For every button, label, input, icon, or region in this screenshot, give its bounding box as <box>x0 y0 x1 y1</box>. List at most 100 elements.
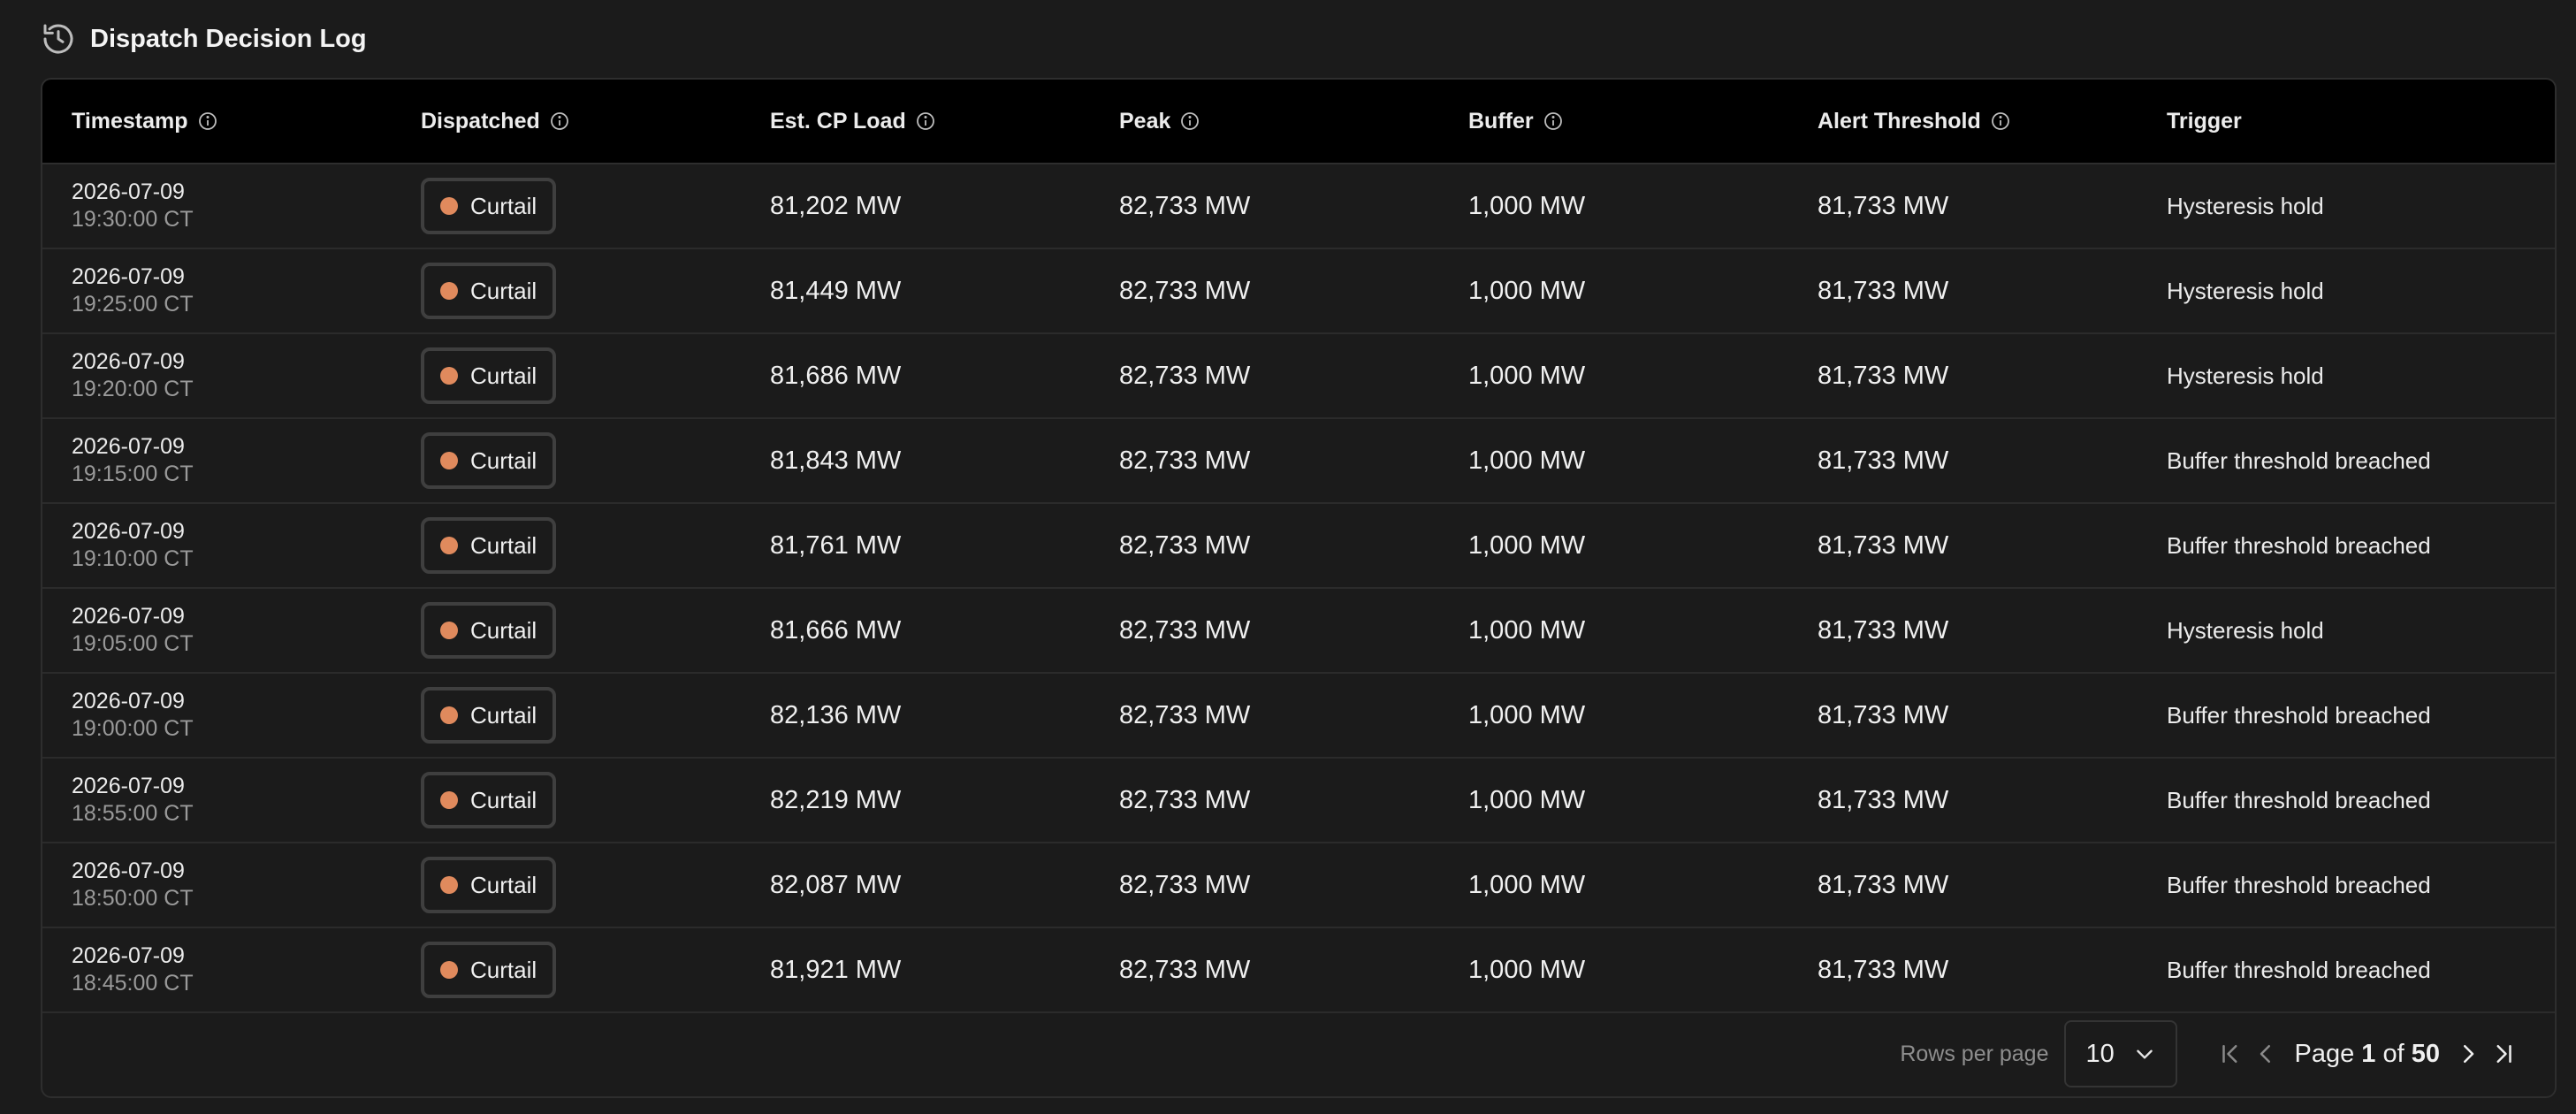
timestamp-date: 2026-07-09 <box>72 604 185 629</box>
history-icon <box>41 21 76 57</box>
cell-dispatched: Curtail <box>392 164 741 248</box>
cell-buffer: 1,000 MW <box>1468 276 1586 305</box>
cell-trigger: Hysteresis hold <box>2167 277 2324 304</box>
timestamp-date: 2026-07-09 <box>72 349 185 374</box>
cell-dispatched: Curtail <box>392 589 741 672</box>
cell-timestamp: 2026-07-09 19:00:00 CT <box>42 674 392 757</box>
cell-trigger: Buffer threshold breached <box>2167 956 2431 983</box>
status-label: Curtail <box>470 531 537 559</box>
status-dot <box>440 197 458 215</box>
cell-dispatched: Curtail <box>392 843 741 927</box>
table-row[interactable]: 2026-07-09 19:05:00 CT Curtail 81,666 MW… <box>42 589 2555 674</box>
cell-dispatched: Curtail <box>392 334 741 417</box>
timestamp-date: 2026-07-09 <box>72 689 185 713</box>
prev-page-button[interactable] <box>2248 1036 2283 1072</box>
cell-trigger: Buffer threshold breached <box>2167 701 2431 729</box>
cell-buffer: 1,000 MW <box>1468 700 1586 729</box>
timestamp-date: 2026-07-09 <box>72 774 185 798</box>
timestamp-time: 18:55:00 CT <box>72 801 194 826</box>
pagination-bar: Rows per page 10 Page 1 of 50 <box>42 1011 2555 1096</box>
status-dot <box>440 791 458 809</box>
cell-est-cp-load: 81,202 MW <box>770 191 902 220</box>
cell-timestamp: 2026-07-09 19:10:00 CT <box>42 504 392 587</box>
table-row[interactable]: 2026-07-09 18:45:00 CT Curtail 81,921 MW… <box>42 928 2555 1013</box>
table-row[interactable]: 2026-07-09 19:20:00 CT Curtail 81,686 MW… <box>42 334 2555 419</box>
table-row[interactable]: 2026-07-09 19:15:00 CT Curtail 81,843 MW… <box>42 419 2555 504</box>
table-row[interactable]: 2026-07-09 19:25:00 CT Curtail 81,449 MW… <box>42 249 2555 334</box>
column-header-timestamp[interactable]: Timestamp <box>42 80 392 163</box>
cell-buffer: 1,000 MW <box>1468 530 1586 560</box>
table-row[interactable]: 2026-07-09 18:50:00 CT Curtail 82,087 MW… <box>42 843 2555 928</box>
cell-peak: 82,733 MW <box>1119 615 1251 645</box>
column-header-dispatched[interactable]: Dispatched <box>392 80 741 163</box>
status-label: Curtail <box>470 956 537 983</box>
cell-est-cp-load: 81,666 MW <box>770 615 902 645</box>
cell-buffer: 1,000 MW <box>1468 870 1586 899</box>
info-icon[interactable] <box>1990 111 2011 132</box>
status-dot <box>440 876 458 894</box>
cell-trigger: Hysteresis hold <box>2167 362 2324 389</box>
timestamp-date: 2026-07-09 <box>72 858 185 883</box>
timestamp-date: 2026-07-09 <box>72 519 185 544</box>
column-header-est-cp-load[interactable]: Est. CP Load <box>741 80 1090 163</box>
info-icon[interactable] <box>915 111 936 132</box>
cell-timestamp: 2026-07-09 19:20:00 CT <box>42 334 392 417</box>
status-label: Curtail <box>470 871 537 898</box>
cell-timestamp: 2026-07-09 19:25:00 CT <box>42 249 392 332</box>
first-page-button[interactable] <box>2213 1036 2248 1072</box>
cell-est-cp-load: 81,761 MW <box>770 530 902 560</box>
cell-trigger: Buffer threshold breached <box>2167 531 2431 559</box>
cell-est-cp-load: 81,921 MW <box>770 955 902 984</box>
status-label: Curtail <box>470 192 537 219</box>
column-header-alert-threshold[interactable]: Alert Threshold <box>1788 80 2138 163</box>
cell-peak: 82,733 MW <box>1119 955 1251 984</box>
next-page-button[interactable] <box>2450 1036 2486 1072</box>
status-badge: Curtail <box>421 687 557 744</box>
cell-dispatched: Curtail <box>392 419 741 502</box>
page-title: Dispatch Decision Log <box>90 24 367 53</box>
cell-alert-threshold: 81,733 MW <box>1818 446 1949 475</box>
cell-dispatched: Curtail <box>392 759 741 842</box>
table-row[interactable]: 2026-07-09 18:55:00 CT Curtail 82,219 MW… <box>42 759 2555 843</box>
timestamp-time: 19:25:00 CT <box>72 292 194 317</box>
chevron-down-icon <box>2133 1042 2156 1065</box>
cell-alert-threshold: 81,733 MW <box>1818 615 1949 645</box>
cell-buffer: 1,000 MW <box>1468 191 1586 220</box>
current-page: 1 <box>2361 1039 2376 1068</box>
table-row[interactable]: 2026-07-09 19:00:00 CT Curtail 82,136 MW… <box>42 674 2555 759</box>
cell-trigger: Buffer threshold breached <box>2167 786 2431 813</box>
cell-peak: 82,733 MW <box>1119 361 1251 390</box>
column-header-trigger[interactable]: Trigger <box>2138 80 2555 163</box>
table-header: Timestamp Dispatched Est. CP Load Peak B… <box>42 80 2555 164</box>
status-label: Curtail <box>470 446 537 474</box>
cell-trigger: Buffer threshold breached <box>2167 871 2431 898</box>
info-icon[interactable] <box>549 111 570 132</box>
status-label: Curtail <box>470 277 537 304</box>
cell-alert-threshold: 81,733 MW <box>1818 870 1949 899</box>
info-icon[interactable] <box>197 111 218 132</box>
cell-buffer: 1,000 MW <box>1468 615 1586 645</box>
cell-dispatched: Curtail <box>392 249 741 332</box>
status-badge: Curtail <box>421 263 557 319</box>
cell-peak: 82,733 MW <box>1119 530 1251 560</box>
timestamp-date: 2026-07-09 <box>72 264 185 289</box>
cell-peak: 82,733 MW <box>1119 276 1251 305</box>
cell-peak: 82,733 MW <box>1119 785 1251 814</box>
cell-alert-threshold: 81,733 MW <box>1818 276 1949 305</box>
cell-est-cp-load: 82,219 MW <box>770 785 902 814</box>
cell-alert-threshold: 81,733 MW <box>1818 191 1949 220</box>
prev-page-icon <box>2252 1041 2279 1067</box>
info-icon[interactable] <box>1543 111 1564 132</box>
rows-per-page-select[interactable]: 10 <box>2064 1020 2178 1087</box>
column-header-peak[interactable]: Peak <box>1090 80 1439 163</box>
cell-buffer: 1,000 MW <box>1468 785 1586 814</box>
last-page-button[interactable] <box>2486 1036 2521 1072</box>
table-row[interactable]: 2026-07-09 19:30:00 CT Curtail 81,202 MW… <box>42 164 2555 249</box>
timestamp-date: 2026-07-09 <box>72 434 185 459</box>
table-body: 2026-07-09 19:30:00 CT Curtail 81,202 MW… <box>42 164 2555 1013</box>
cell-alert-threshold: 81,733 MW <box>1818 530 1949 560</box>
column-header-buffer[interactable]: Buffer <box>1439 80 1788 163</box>
info-icon[interactable] <box>1179 111 1200 132</box>
timestamp-time: 19:15:00 CT <box>72 462 194 486</box>
table-row[interactable]: 2026-07-09 19:10:00 CT Curtail 81,761 MW… <box>42 504 2555 589</box>
